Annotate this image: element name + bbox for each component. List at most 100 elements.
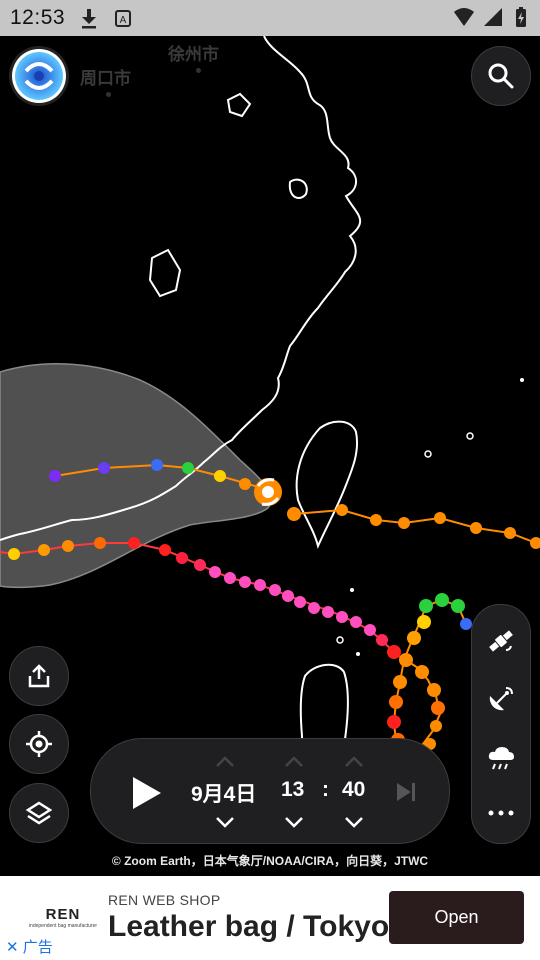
- track-point: [38, 544, 50, 556]
- play-button[interactable]: [129, 775, 163, 816]
- share-button[interactable]: [9, 646, 69, 706]
- svg-text:A: A: [120, 15, 127, 26]
- track-point: [336, 504, 348, 516]
- city-label: 周口市: [80, 69, 131, 88]
- track-point: [504, 527, 516, 539]
- ad-shop-name: REN WEB SHOP: [108, 892, 221, 908]
- status-bar: 12:53 A: [0, 0, 540, 36]
- ad-brand-tagline: independent bag manufacturer: [28, 923, 98, 929]
- track-point: [239, 576, 251, 588]
- minute-up-icon[interactable]: [343, 755, 365, 769]
- locate-button[interactable]: [9, 714, 69, 774]
- track-point: [214, 470, 226, 482]
- small-island: [288, 178, 308, 199]
- hainan-island: [148, 248, 182, 298]
- track-point: [62, 540, 74, 552]
- date-down-icon[interactable]: [214, 815, 236, 829]
- signal-icon: [484, 8, 502, 26]
- precipitation-layer-button[interactable]: [472, 731, 530, 787]
- hour-value[interactable]: 13: [281, 778, 304, 802]
- track-point: [151, 459, 163, 471]
- time-separator: :: [322, 778, 329, 801]
- track-point: [98, 462, 110, 474]
- share-icon: [28, 664, 50, 688]
- ad-brand-name: REN: [45, 906, 81, 923]
- storm-icon: [254, 478, 282, 506]
- track-point: [387, 715, 401, 729]
- track-point: [159, 544, 171, 556]
- ad-brand-logo: REN independent bag manufacturer: [28, 906, 98, 929]
- track-point: [399, 653, 413, 667]
- track-point: [269, 584, 281, 596]
- hour-up-icon[interactable]: [283, 755, 305, 769]
- ad-headline[interactable]: Leather bag / Tokyo: [108, 910, 389, 944]
- status-time: 12:53: [10, 6, 66, 29]
- download-icon: [82, 9, 96, 29]
- track-point: [128, 537, 140, 549]
- more-options-button[interactable]: [472, 785, 530, 841]
- status-system-icons: [452, 6, 532, 35]
- hour-down-icon[interactable]: [283, 815, 305, 829]
- city-marker: [196, 68, 201, 73]
- ad-open-button[interactable]: Open: [389, 891, 524, 944]
- map-layer-panel: [471, 604, 531, 844]
- track-point: [209, 566, 221, 578]
- track-point: [417, 615, 431, 629]
- track-point: [530, 537, 540, 549]
- radar-icon: [489, 687, 513, 711]
- date-up-icon[interactable]: [214, 755, 236, 769]
- track-point: [407, 631, 421, 645]
- ad-label-text: 广告: [22, 939, 53, 956]
- track-point: [370, 514, 382, 526]
- zoom-earth-logo-icon: [15, 52, 63, 100]
- track-point: [322, 606, 334, 618]
- play-icon: [133, 777, 161, 809]
- layers-icon: [25, 801, 53, 825]
- locate-icon: [26, 731, 52, 757]
- track-point: [308, 602, 320, 614]
- track-point: [430, 720, 442, 732]
- app-logo-button[interactable]: [12, 49, 66, 103]
- skip-to-latest-button[interactable]: [395, 781, 417, 808]
- track-point: [194, 559, 206, 571]
- app-notification-icon: A: [115, 10, 131, 27]
- storm-track-2: [293, 508, 537, 544]
- track-point: [350, 616, 362, 628]
- wifi-icon: [454, 8, 474, 26]
- track-point: [415, 665, 429, 679]
- search-button[interactable]: [471, 46, 531, 106]
- rain-icon: [488, 747, 514, 770]
- track-point: [94, 537, 106, 549]
- date-value[interactable]: 9月4日: [191, 778, 256, 808]
- track-point: [419, 599, 433, 613]
- small-island: [226, 92, 252, 118]
- track-point: [431, 701, 445, 715]
- track-point: [49, 470, 61, 482]
- track-point: [224, 572, 236, 584]
- track-point: [434, 512, 446, 524]
- ad-label[interactable]: ✕ 广告: [6, 936, 53, 957]
- track-point: [254, 579, 266, 591]
- track-point: [393, 675, 407, 689]
- track-point: [389, 695, 403, 709]
- track-point: [470, 522, 482, 534]
- battery-icon: [516, 7, 526, 27]
- ad-banner[interactable]: REN independent bag manufacturer REN WEB…: [0, 876, 540, 960]
- track-point: [364, 624, 376, 636]
- track-point: [182, 462, 194, 474]
- satellite-layer-button[interactable]: [472, 613, 530, 669]
- track-point: [287, 507, 301, 521]
- track-point: [282, 590, 294, 602]
- track-point: [239, 478, 251, 490]
- track-point: [398, 517, 410, 529]
- track-point: [294, 596, 306, 608]
- close-icon[interactable]: ✕: [6, 939, 19, 956]
- taiwan-island: [295, 420, 358, 550]
- more-icon: [488, 810, 514, 816]
- map-credits: © Zoom Earth，日本气象厅/NOAA/CIRA，向日葵，JTWC: [111, 854, 429, 868]
- radar-layer-button[interactable]: [472, 671, 530, 727]
- minute-down-icon[interactable]: [343, 815, 365, 829]
- track-point: [336, 611, 348, 623]
- layers-button[interactable]: [9, 783, 69, 843]
- minute-value[interactable]: 40: [342, 778, 365, 802]
